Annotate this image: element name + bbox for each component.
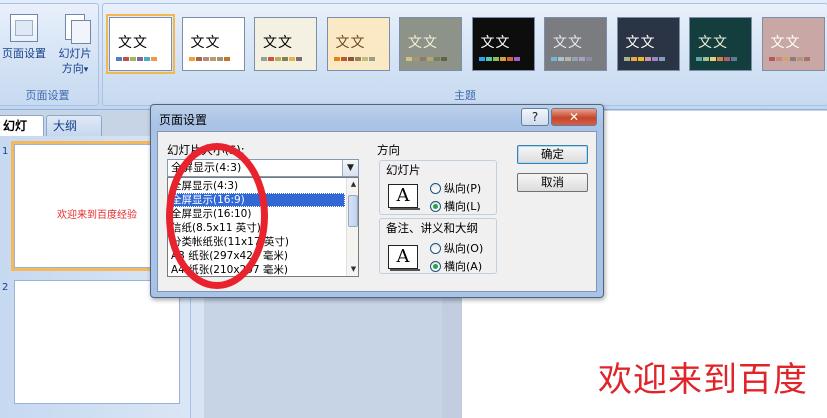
theme-thumbnail-4[interactable]: 文文 [326,17,390,71]
theme-color-swatches [551,57,592,61]
chevron-down-icon: ▾ [83,65,89,75]
theme-sample-text: 文文 [625,35,656,51]
theme-thumbnail-8[interactable]: 文文 [616,17,680,71]
theme-thumbnail-10[interactable]: 文文 [761,17,825,71]
radio-indicator [430,200,441,212]
portrait-radio[interactable]: 纵向(P) [430,180,481,196]
landscape-page-icon: A [388,245,420,271]
landscape-notes-radio[interactable]: 横向(A) [430,258,482,274]
radio-indicator [430,182,441,194]
slide-orientation-icon [61,14,91,44]
theme-thumbnail-9[interactable]: 文文 [689,17,752,71]
slides-group-label: 幻灯片 [386,163,421,177]
red-annotation-ellipse [166,143,268,289]
orientation-label-line2: 方向 [61,62,84,75]
portrait-label: 纵向(P) [444,182,482,195]
landscape-label: 横向(L) [444,200,481,213]
tab-slides[interactable]: 幻灯片 [0,115,44,153]
radio-indicator [430,260,441,272]
scroll-thumb[interactable] [348,195,358,227]
themes-group: 文文 文文 文文 文文 文文 文文 文文 文文 文文 文文 主题 [102,3,827,106]
portrait-notes-label: 纵向(O) [444,242,484,255]
close-button[interactable]: ✕ [551,108,597,126]
theme-sample-text: 文文 [263,35,293,51]
theme-color-swatches [333,57,375,61]
theme-color-swatches [768,57,810,61]
orientation-title: 方向 [377,143,400,157]
slide-thumbnail-2[interactable] [14,280,180,404]
theme-sample-text: 文文 [408,35,438,51]
ribbon: 页面设置 幻灯片 方向▾ 页面设置 文文 文文 文文 文文 文文 文文 文文 文文 文文 文文 主… [0,0,827,110]
theme-sample-text: 文文 [335,35,366,51]
theme-sample-text: 文文 [770,35,801,51]
slides-orientation-group: 幻灯片 A 纵向(P) 横向(L) [379,160,497,215]
portrait-notes-radio[interactable]: 纵向(O) [430,240,483,256]
theme-sample-text: 文文 [118,35,148,51]
theme-thumbnail-2[interactable]: 文文 [181,17,245,71]
tab-outline[interactable]: 大纲 [46,115,102,137]
slide-number: 1 [2,146,9,157]
notes-orientation-group: 备注、讲义和大纲 A 纵向(O) 横向(A) [379,218,497,274]
orientation-label-line1: 幻灯片 [58,47,92,60]
slide-title-text[interactable]: 欢迎来到百度 [598,352,808,401]
theme-color-swatches [623,57,665,61]
theme-sample-text: 文文 [553,35,583,51]
theme-color-swatches [406,57,447,61]
radio-indicator [430,242,441,254]
theme-thumbnail-6[interactable]: 文文 [471,17,535,71]
theme-sample-text: 文文 [480,35,511,51]
group-label-themes: 主题 [454,89,476,102]
page-setup-button[interactable]: 页面设置 [1,10,47,86]
chevron-down-icon[interactable]: ▼ [342,160,358,176]
pane-tabs: 幻灯片 大纲 [0,115,104,153]
landscape-radio[interactable]: 横向(L) [430,198,481,214]
slide-number: 2 [2,282,9,293]
theme-thumbnail-7[interactable]: 文文 [544,17,607,71]
theme-color-swatches [116,57,157,61]
theme-color-swatches [478,57,520,61]
dialog-title: 页面设置 [159,113,208,127]
theme-sample-text: 文文 [698,35,728,51]
scroll-up-icon[interactable]: ▲ [347,178,358,191]
notes-group-label: 备注、讲义和大纲 [386,221,478,235]
ok-button[interactable]: 确定 [517,145,588,164]
list-scrollbar[interactable]: ▲ ▼ [346,178,358,276]
theme-thumbnail-1[interactable]: 文文 [106,14,175,74]
landscape-notes-label: 横向(A) [444,260,483,273]
theme-thumbnail-5[interactable]: 文文 [399,17,462,71]
theme-color-swatches [696,57,737,61]
page-setup-label: 页面设置 [2,47,46,60]
theme-color-swatches [261,57,302,61]
theme-thumbnail-3[interactable]: 文文 [254,17,317,71]
scroll-down-icon[interactable]: ▼ [347,263,358,276]
group-label-page-setup: 页面设置 [25,89,70,102]
cancel-button[interactable]: 取消 [517,173,588,192]
theme-sample-text: 文文 [190,35,221,51]
theme-color-swatches [188,57,230,61]
slide-orientation-button[interactable]: 幻灯片 方向▾ [52,10,98,86]
page-setup-group: 页面设置 幻灯片 方向▾ 页面设置 [0,3,99,106]
help-button[interactable]: ? [521,108,549,126]
landscape-page-icon: A [388,184,420,210]
page-setup-icon [10,14,38,42]
